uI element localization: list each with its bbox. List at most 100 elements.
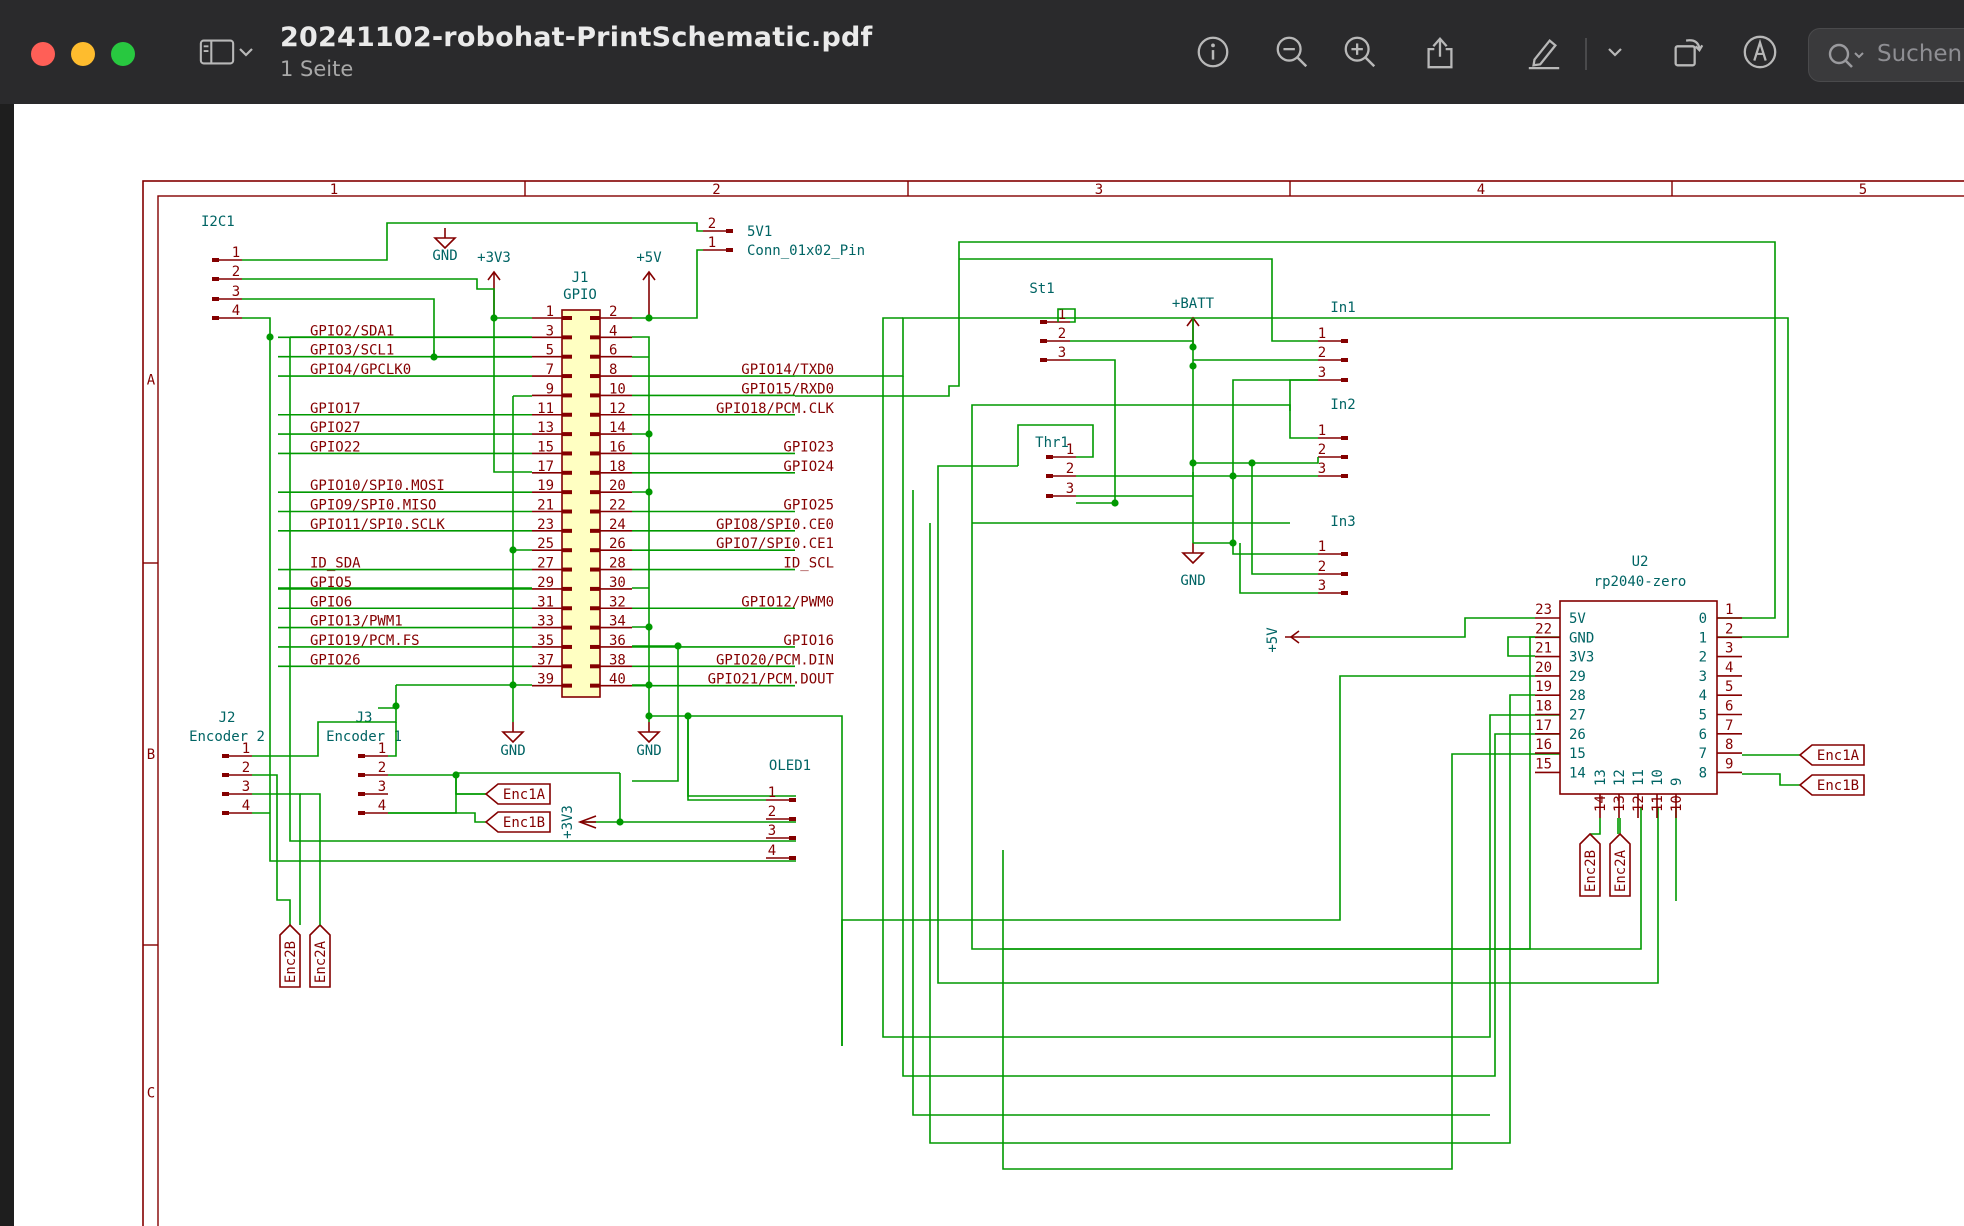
j1-pin-stub	[590, 664, 600, 669]
j1-pin-number: 19	[537, 478, 554, 494]
j1-pin-number: 28	[609, 556, 626, 572]
junction-dot	[1248, 459, 1256, 467]
frame-column-label: 5	[1859, 182, 1867, 198]
j1-pin-stub	[590, 470, 600, 475]
j1-pin-number: 27	[537, 556, 554, 572]
rotate-button[interactable]	[1666, 28, 1710, 76]
st1-pin-number: 2	[1058, 326, 1066, 342]
wire	[388, 774, 486, 795]
j1-pin-stub	[590, 354, 600, 359]
j1-pin-number: 37	[537, 652, 554, 668]
oled1-pin-number: 4	[768, 843, 776, 859]
i2c1-ref: I2C1	[201, 214, 235, 230]
i2c1-pin-number: 4	[232, 303, 240, 319]
wire	[300, 793, 321, 925]
j1-pin-stub	[562, 664, 572, 669]
j1-pin-stub	[562, 451, 572, 456]
gnd-icon	[433, 237, 457, 250]
j1-pin-stub	[590, 644, 600, 649]
fivev1-pin-number: 2	[708, 216, 716, 232]
j1-body	[561, 309, 601, 698]
u2-pin-name: 10	[1650, 769, 1666, 786]
j1-pin-number: 11	[537, 401, 554, 417]
highlight-icon	[1528, 38, 1560, 70]
j2-pin-number: 4	[242, 798, 250, 814]
j1-pin-number: 12	[609, 401, 626, 417]
j1-pin-number: 30	[609, 575, 626, 591]
u2-pin-number: 20	[1535, 660, 1552, 676]
search-field[interactable]: Suchen	[1808, 28, 1964, 82]
j3-pin-number: 1	[378, 741, 386, 757]
zoom-in-button[interactable]	[1338, 28, 1382, 76]
i2c1-pin-number: 2	[232, 264, 240, 280]
junction-dot	[645, 712, 653, 720]
u2-pin-number: 9	[1725, 756, 1733, 772]
sidebar-menu-button[interactable]	[232, 28, 260, 76]
j1-pin-stub	[562, 548, 572, 553]
wire	[1310, 617, 1535, 638]
j1-pin-stub	[590, 335, 600, 340]
share-icon	[1427, 36, 1453, 69]
j1-pin-number: 36	[609, 633, 626, 649]
junction-dot	[1189, 459, 1197, 467]
j1-pin-stub	[590, 567, 600, 572]
wire	[1507, 636, 1535, 657]
wire	[795, 241, 1776, 619]
share-button[interactable]	[1418, 28, 1462, 76]
sidebar-icon	[199, 39, 235, 65]
zoom-window-button[interactable]	[111, 42, 135, 66]
markup-button[interactable]	[1738, 28, 1782, 76]
u2-pin-name: 2	[1699, 650, 1707, 666]
u2-pin-number: 5	[1725, 679, 1733, 695]
u2-pin-number: 3	[1725, 641, 1733, 657]
j1-pin-stub	[590, 451, 600, 456]
highlight-button[interactable]	[1522, 28, 1566, 76]
j1-pin-number: 23	[537, 517, 554, 533]
wire	[882, 317, 1560, 1038]
wire	[929, 523, 1511, 1144]
u2-pin-name: 3	[1699, 669, 1707, 685]
j2-value: Encoder 2	[189, 729, 265, 745]
minimize-window-button[interactable]	[71, 42, 95, 66]
u2-value: rp2040-zero	[1594, 574, 1687, 590]
u2-pin-number: 23	[1535, 602, 1552, 618]
wire	[1002, 753, 1560, 1170]
info-button[interactable]	[1191, 28, 1235, 76]
zoom-out-button[interactable]	[1270, 28, 1314, 76]
highlight-menu-button[interactable]	[1598, 28, 1632, 76]
j1-pin-stub	[562, 528, 572, 533]
j1-pin-number: 9	[546, 381, 554, 397]
net-label-enc2b: Enc2B	[283, 941, 299, 983]
wire	[1251, 463, 1318, 575]
close-window-button[interactable]	[31, 42, 55, 66]
search-placeholder: Suchen	[1877, 41, 1963, 67]
power-label: +5V	[636, 250, 662, 266]
u2-pin-name: 3V3	[1569, 650, 1594, 666]
j1-pin-number: 26	[609, 536, 626, 552]
u2-pin-name: 5V	[1569, 611, 1586, 627]
gnd-icon	[501, 731, 525, 744]
u2-pin-name: 14	[1569, 765, 1586, 781]
wire	[1193, 457, 1319, 464]
window-titlebar: 20241102-robohat-PrintSchematic.pdf 1 Se…	[0, 0, 1964, 104]
j1-pin-stub	[562, 335, 572, 340]
junction-dot	[616, 818, 624, 826]
j1-pin-stub	[562, 586, 572, 591]
net-label-enc1a: Enc1A	[1817, 748, 1860, 764]
gnd-icon	[1181, 552, 1205, 565]
u2-pin-name: 26	[1569, 727, 1586, 743]
j3-pin-number: 4	[378, 798, 386, 814]
j1-pin-stub	[562, 432, 572, 437]
in2-ref: In2	[1330, 397, 1355, 413]
j3-ref: J3	[356, 710, 373, 726]
u2-pin-number: 10	[1669, 795, 1685, 812]
in3-pin-number: 1	[1318, 539, 1326, 555]
junction-dot	[1111, 499, 1119, 507]
u2-pin-name: 9	[1669, 778, 1685, 786]
wire	[841, 675, 1535, 1046]
j1-pin-number: 35	[537, 633, 554, 649]
j1-pin-number: 25	[537, 536, 554, 552]
j1-pin-number: 38	[609, 652, 626, 668]
fivev1-value: Conn_01x02_Pin	[747, 243, 865, 259]
in2-pin-number: 1	[1318, 423, 1326, 439]
